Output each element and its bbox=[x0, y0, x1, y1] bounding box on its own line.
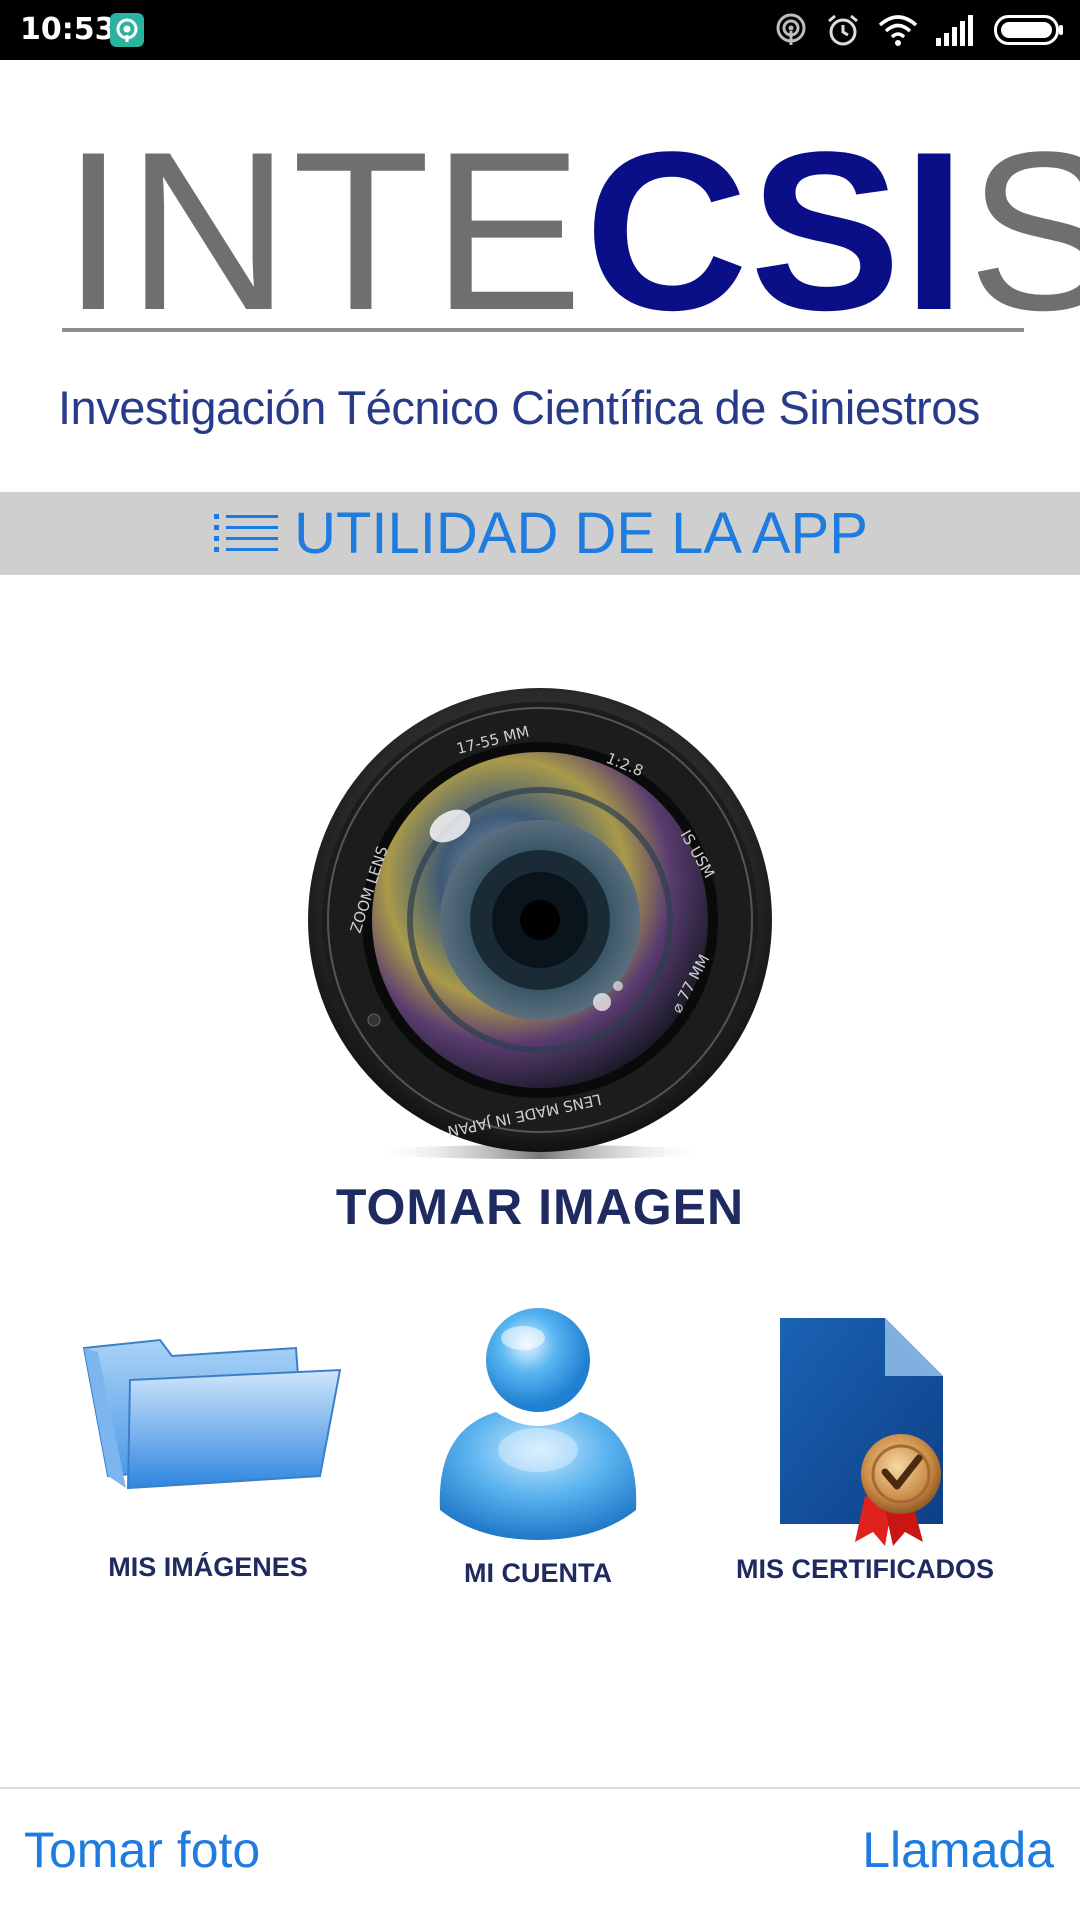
signal-icon bbox=[936, 15, 973, 46]
logo-text-csi: CSI bbox=[584, 104, 968, 357]
app-screen: 10:53 INTECSIS Investigación Técnico Cie… bbox=[0, 0, 1080, 1920]
status-icons bbox=[774, 10, 1064, 50]
folder-icon bbox=[82, 1338, 342, 1490]
call-button[interactable]: Llamada bbox=[862, 1820, 1054, 1880]
user-icon bbox=[439, 1308, 637, 1540]
vpn-badge-icon bbox=[110, 13, 144, 47]
logo-divider bbox=[62, 328, 1024, 332]
certificate-icon bbox=[780, 1318, 943, 1546]
take-photo-button[interactable]: Tomar foto bbox=[24, 1820, 260, 1880]
footer-divider bbox=[0, 1787, 1080, 1789]
logo-text-s: S bbox=[967, 104, 1080, 357]
hotspot-icon bbox=[776, 13, 806, 45]
wifi-icon bbox=[878, 15, 918, 46]
status-bar: 10:53 bbox=[0, 0, 1080, 60]
logo-tagline: Investigación Técnico Científica de Sini… bbox=[58, 381, 980, 434]
logo-header: INTECSIS Investigación Técnico Científic… bbox=[0, 60, 1080, 492]
take-image-label[interactable]: TOMAR IMAGEN bbox=[0, 1178, 1080, 1236]
my-images-label: MIS IMÁGENES bbox=[108, 1552, 308, 1582]
list-icon bbox=[214, 513, 279, 552]
alarm-icon bbox=[828, 14, 858, 46]
my-account-label: MI CUENTA bbox=[464, 1558, 612, 1588]
battery-icon bbox=[994, 15, 1063, 45]
logo-text-inte: INTE bbox=[62, 104, 585, 357]
status-time: 10:53 bbox=[20, 12, 116, 47]
intecsis-logo: INTECSIS bbox=[62, 118, 1080, 344]
app-utility-banner[interactable]: UTILIDAD DE LA APP bbox=[0, 492, 1080, 575]
my-certificates-label: MIS CERTIFICADOS bbox=[735, 1554, 994, 1584]
camera-lens-icon[interactable]: 17-55 MM 1:2.8 IS USM ⌀ 77 MM ZOOM LENS … bbox=[300, 684, 780, 1164]
banner-label: UTILIDAD DE LA APP bbox=[294, 501, 868, 566]
